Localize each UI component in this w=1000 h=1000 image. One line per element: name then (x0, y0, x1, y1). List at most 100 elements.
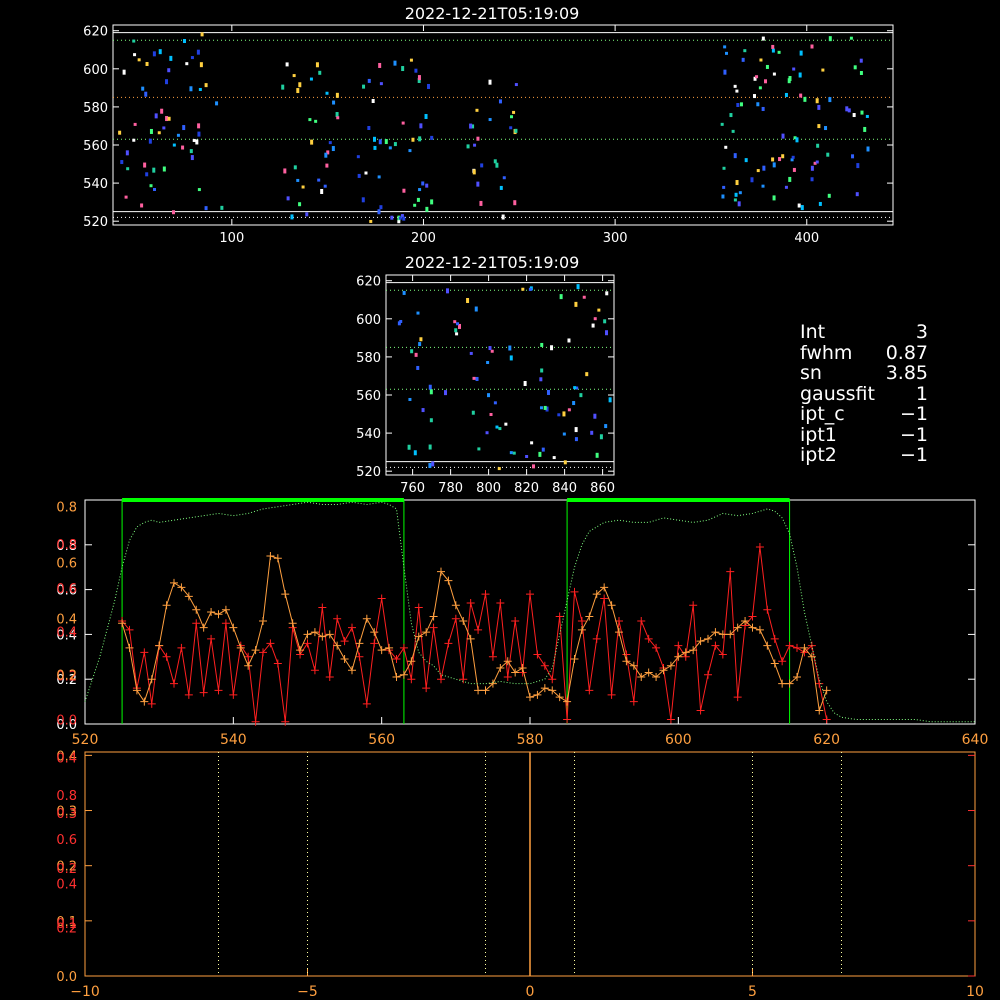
image-pixel (428, 384, 432, 390)
offset-plot-lines (218, 752, 842, 976)
param-name: ipt_c (800, 403, 845, 425)
raw-profile-point (466, 599, 475, 608)
image-pixel (546, 389, 550, 395)
image-pixel (162, 126, 166, 130)
image-pixel (856, 163, 860, 169)
image-pixel (167, 68, 171, 73)
image-pixel (771, 157, 775, 162)
image-pixel (576, 284, 580, 290)
filtered-profile-point (459, 616, 468, 625)
raw-profile-point (399, 643, 408, 652)
y-tick-label: 520 (83, 215, 108, 230)
image-pixel (504, 422, 508, 426)
filtered-profile-point (822, 686, 831, 695)
filtered-profile-point (622, 657, 631, 666)
image-pixel (723, 69, 727, 75)
filtered-profile-point (303, 630, 312, 639)
filtered-profile-point (377, 646, 386, 655)
image-pixel (799, 50, 803, 56)
image-pixel (510, 115, 514, 119)
x-tick-label: 780 (438, 481, 463, 496)
image-pixel (724, 145, 728, 149)
image-pixel (315, 62, 319, 68)
image-pixel (761, 106, 765, 111)
image-pixel (132, 39, 136, 43)
filtered-profile-point (422, 628, 431, 637)
raw-profile-point (629, 697, 638, 706)
filtered-profile-point (585, 612, 594, 621)
image-pixel (373, 145, 377, 150)
x-tick-label: 520 (72, 732, 99, 748)
image-pixel (369, 219, 373, 223)
image-pixel (562, 411, 566, 417)
image-pixel (817, 104, 821, 110)
raw-profile-point (563, 715, 572, 724)
y-tick-label-orange: 0.4 (56, 613, 77, 628)
raw-profile-point (511, 616, 520, 625)
image-pixel (550, 345, 554, 351)
raw-profile-point (429, 623, 438, 632)
filtered-profile-point (385, 643, 394, 652)
raw-profile-point (310, 666, 319, 675)
filtered-profile-point (273, 554, 282, 563)
image-pixel (318, 70, 322, 75)
image-pixel (418, 188, 422, 192)
image-pixel (720, 122, 724, 126)
image-pixel (428, 463, 432, 469)
x-tick-label: 640 (962, 732, 989, 748)
param-name: gaussfit (800, 382, 875, 405)
filtered-profile-point (199, 623, 208, 632)
x-tick-label: 400 (794, 231, 819, 246)
image-pixel (469, 123, 473, 129)
image-pixel (540, 342, 544, 347)
raw-profile-point (422, 684, 431, 693)
image-pixel (761, 184, 765, 188)
image-pixel (815, 98, 819, 104)
raw-profile-point (207, 634, 216, 643)
image-pixel (378, 62, 382, 68)
x-tick-label: 580 (517, 732, 544, 748)
image-pixel (852, 113, 856, 118)
image-pixel (160, 108, 164, 114)
image-pixel (815, 160, 819, 164)
x-tick-label: 800 (476, 481, 501, 496)
image-pixel (182, 38, 186, 43)
y-tick-label-orange: 0.4 (56, 752, 77, 767)
image-pixel (579, 393, 583, 398)
image-pixel (810, 165, 814, 171)
image-pixel (866, 146, 870, 152)
x-tick-label: 840 (552, 481, 577, 496)
image-pixel (722, 185, 726, 189)
image-pixel (764, 79, 768, 84)
raw-profile-point (444, 639, 453, 648)
scan-image-guides (113, 32, 893, 218)
image-pixel (733, 198, 737, 202)
image-pixel (758, 86, 762, 90)
filtered-profile-point (192, 605, 201, 614)
image-pixel (453, 320, 457, 324)
image-pixel (513, 200, 517, 206)
image-pixel (323, 184, 327, 188)
image-pixel (185, 62, 189, 66)
filtered-profile-point (755, 625, 764, 634)
x-tick-label: 0 (526, 984, 535, 1000)
raw-profile-point (348, 623, 356, 632)
image-pixel (204, 83, 208, 88)
scan-image-panel: 2022-12-21T05:19:09 100 200 300 400 520 540 56… (83, 4, 894, 246)
image-pixel (384, 139, 388, 145)
image-pixel (733, 84, 737, 88)
image-pixel (367, 78, 371, 83)
param-value: 1 (915, 382, 928, 405)
image-pixel (357, 173, 361, 178)
image-pixel (476, 136, 480, 141)
raw-profile-point (229, 690, 238, 699)
image-pixel (771, 48, 775, 53)
image-pixel (401, 66, 405, 72)
param-value: −1 (899, 444, 928, 466)
y-tick-label: 620 (356, 275, 381, 290)
raw-profile-point (437, 675, 445, 684)
image-pixel (477, 447, 481, 451)
image-pixel (582, 295, 586, 299)
image-pixel (418, 342, 422, 347)
image-pixel (480, 163, 484, 168)
